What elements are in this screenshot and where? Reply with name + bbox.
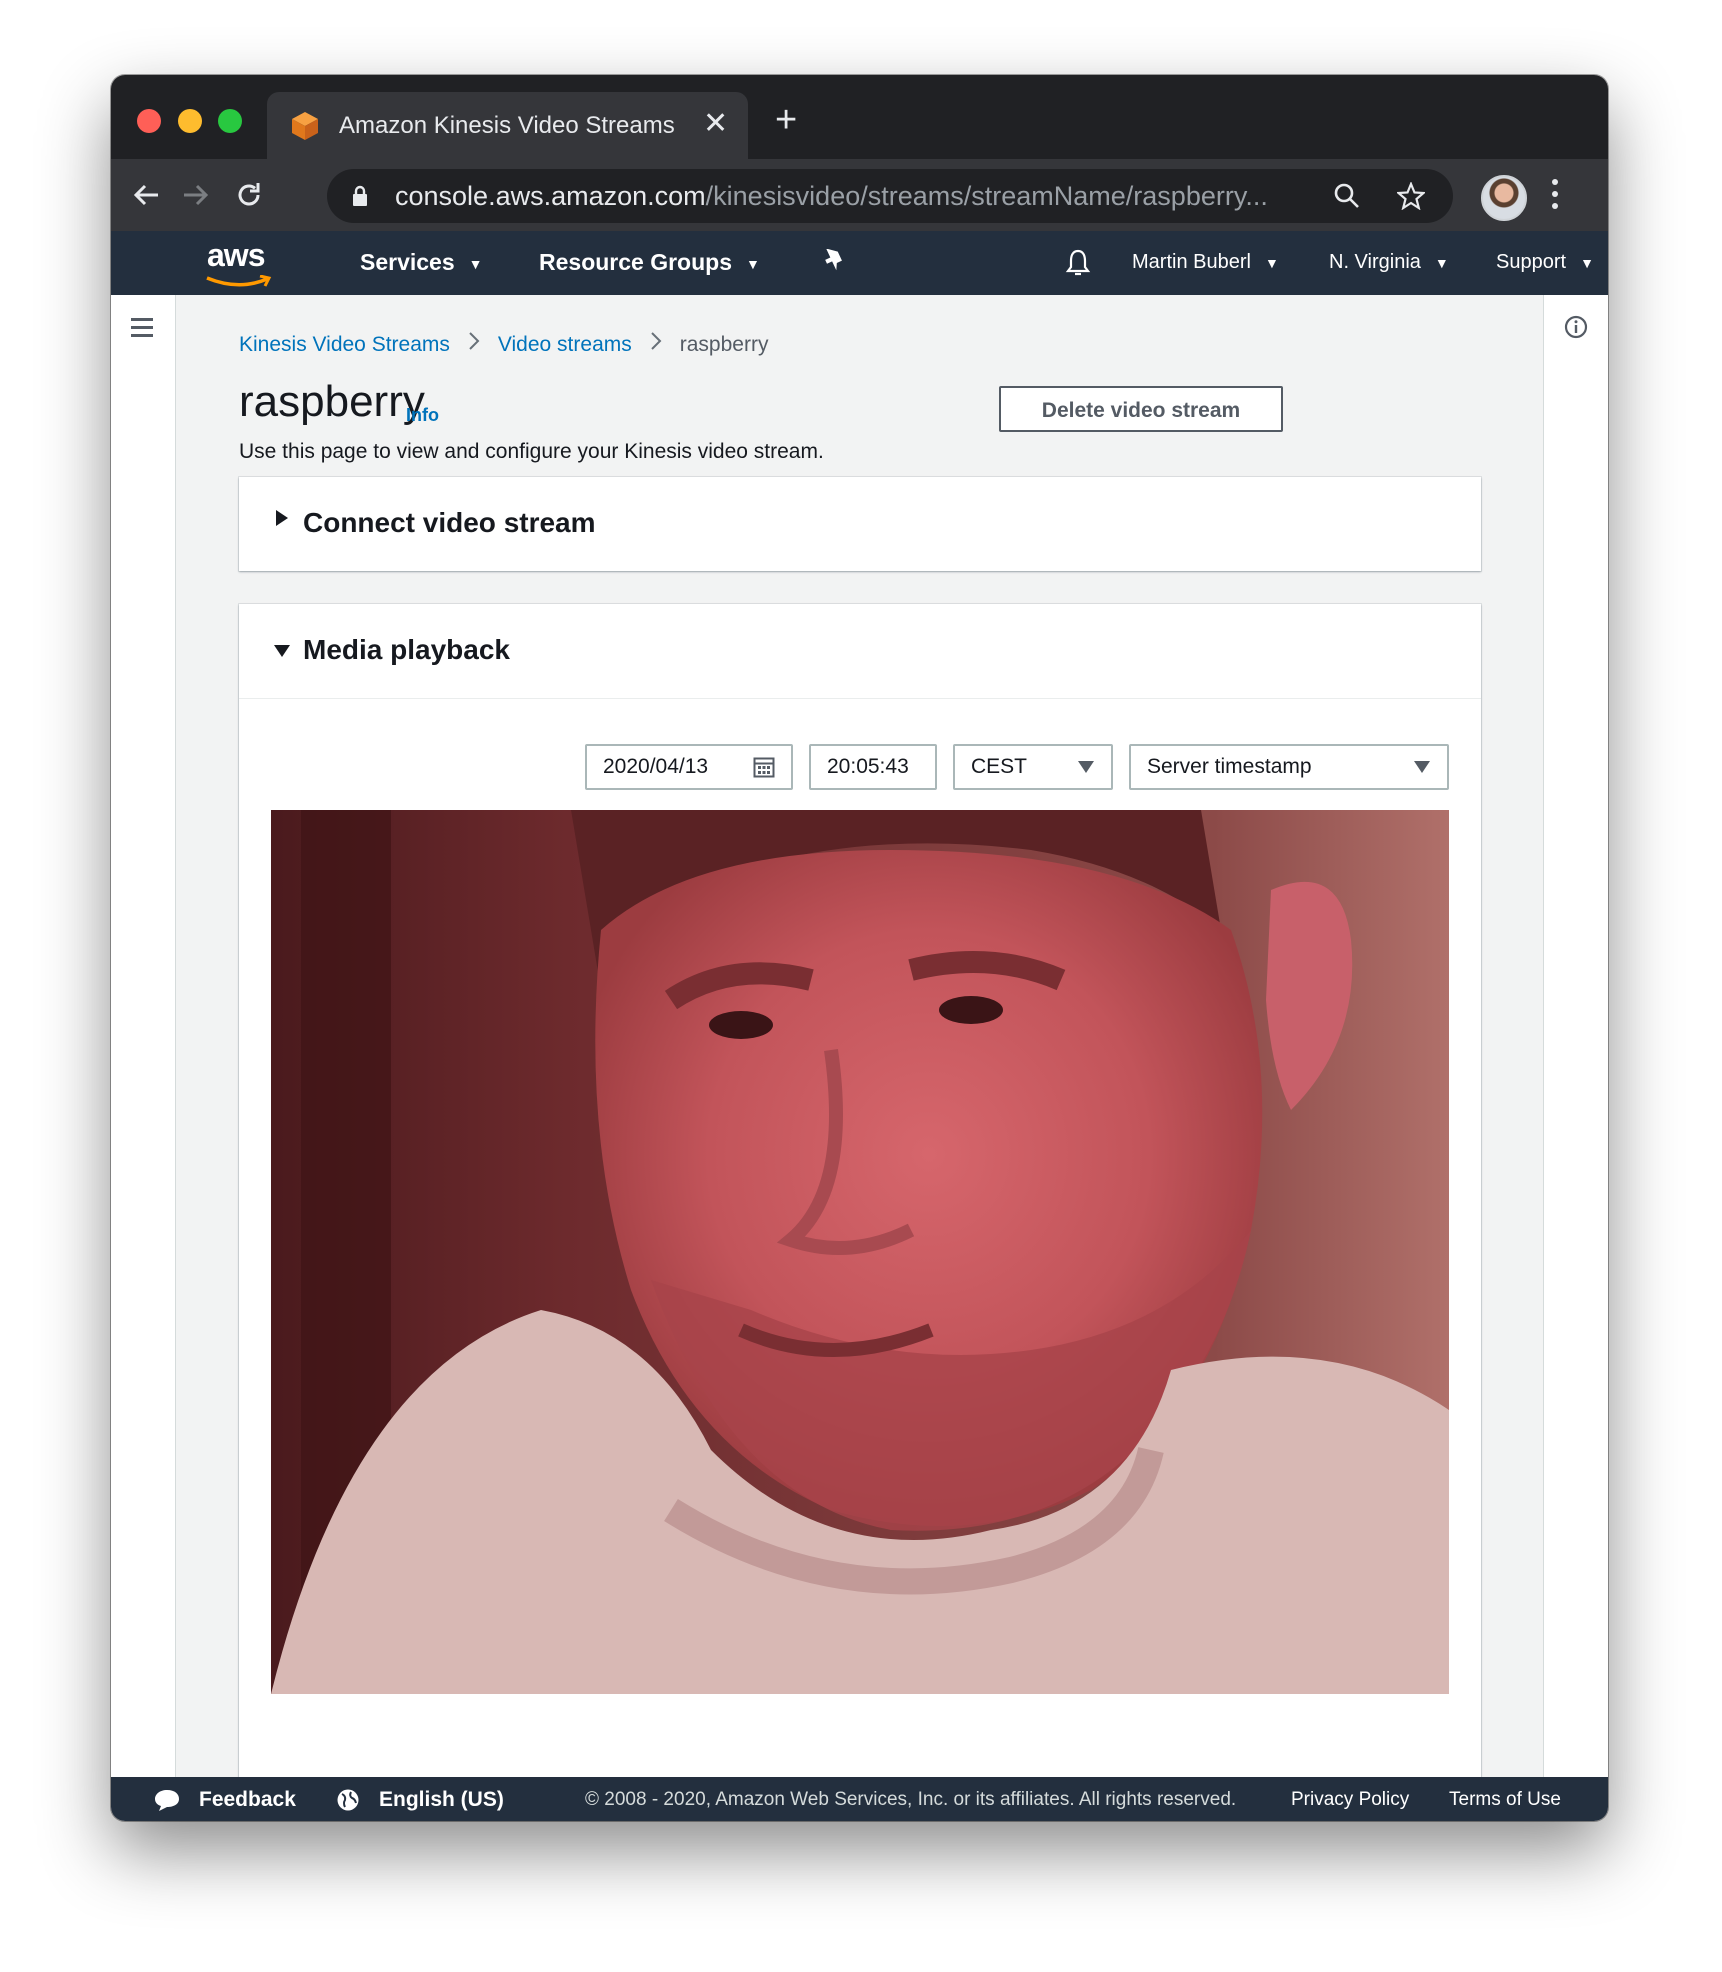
chevron-right-icon (469, 332, 480, 350)
playback-panel-title: Media playback (303, 634, 510, 665)
time-input[interactable]: 20:05:43 (809, 744, 937, 790)
account-menu[interactable]: Martin Buberl ▼ (1132, 251, 1279, 274)
browser-toolbar: console.aws.amazon.com/kinesisvideo/stre… (111, 159, 1608, 231)
media-playback-panel: Media playback 2020/04/13 20:05:43 CEST … (239, 604, 1481, 1777)
console-footer: Feedback English (US) © 2008 - 2020, Ama… (111, 1777, 1608, 1821)
dropdown-arrow-icon (1078, 761, 1094, 773)
timezone-select[interactable]: CEST (953, 744, 1113, 790)
dropdown-arrow-icon (1414, 761, 1430, 773)
close-window-button[interactable] (137, 109, 161, 133)
caret-down-icon (274, 645, 290, 657)
menu-hamburger-icon[interactable] (131, 318, 153, 342)
minimize-window-button[interactable] (178, 109, 202, 133)
info-link[interactable]: Info (406, 405, 439, 426)
url-host: console.aws.amazon.com (395, 181, 706, 211)
account-name: Martin Buberl (1132, 251, 1251, 273)
breadcrumb-link-kinesis[interactable]: Kinesis Video Streams (239, 333, 450, 356)
timezone-value: CEST (971, 755, 1028, 778)
timestamp-type-value: Server timestamp (1147, 755, 1312, 778)
delete-video-stream-button[interactable]: Delete video stream (999, 386, 1283, 432)
breadcrumb: Kinesis Video Streams Video streams raspbe… (239, 331, 768, 357)
browser-menu-icon[interactable] (1552, 179, 1560, 215)
aws-cube-favicon-icon (292, 112, 318, 140)
new-tab-icon[interactable]: + (775, 101, 797, 139)
feedback-speech-bubble-icon (155, 1790, 179, 1811)
privacy-policy-link[interactable]: Privacy Policy (1291, 1789, 1409, 1811)
chevron-right-icon (651, 332, 662, 350)
chevron-down-icon: ▼ (1264, 254, 1279, 271)
feedback-link[interactable]: Feedback (199, 1788, 296, 1812)
aws-logo-text: aws (207, 237, 265, 273)
chevron-down-icon: ▼ (1434, 254, 1449, 271)
globe-icon (337, 1789, 359, 1811)
copyright-text: © 2008 - 2020, Amazon Web Services, Inc.… (585, 1789, 1237, 1810)
chevron-down-icon: ▼ (746, 255, 760, 272)
tab-strip: Amazon Kinesis Video Streams ✕ + (111, 75, 1608, 159)
video-frame-person-image (271, 810, 1449, 1694)
region-name: N. Virginia (1329, 251, 1421, 273)
bookmark-star-icon[interactable] (1397, 182, 1425, 210)
forward-arrow-icon[interactable] (177, 177, 213, 213)
main-content: Kinesis Video Streams Video streams raspbe… (175, 295, 1544, 1777)
page-title: raspberry (239, 377, 425, 426)
browser-window: Amazon Kinesis Video Streams ✕ + console… (111, 75, 1608, 1821)
chevron-down-icon: ▼ (468, 255, 483, 272)
connect-panel-title: Connect video stream (303, 507, 596, 538)
zoom-magnifier-icon[interactable] (1333, 182, 1361, 210)
profile-avatar[interactable] (1481, 175, 1527, 221)
date-value: 2020/04/13 (603, 755, 709, 778)
language-selector[interactable]: English (US) (379, 1788, 504, 1812)
timestamp-type-select[interactable]: Server timestamp (1129, 744, 1449, 790)
aws-logo[interactable]: aws (206, 237, 272, 287)
reload-icon[interactable] (231, 177, 267, 213)
connect-panel-header[interactable]: Connect video stream (239, 477, 1481, 571)
back-arrow-icon[interactable] (129, 177, 165, 213)
pin-icon[interactable] (821, 249, 847, 277)
info-circle-icon[interactable] (1564, 315, 1588, 339)
aws-smile-icon (206, 275, 272, 287)
breadcrumb-link-video-streams[interactable]: Video streams (498, 333, 632, 356)
date-picker[interactable]: 2020/04/13 (585, 744, 793, 790)
video-player[interactable] (271, 810, 1449, 1694)
zoom-window-button[interactable] (218, 109, 242, 133)
aws-console-header: aws Services ▼ Resource Groups ▼ Martin Bu… (111, 231, 1608, 295)
caret-right-icon (276, 510, 288, 526)
support-label: Support (1496, 251, 1567, 273)
services-label: Services (360, 249, 455, 275)
url-text: console.aws.amazon.com/kinesisvideo/stre… (395, 181, 1268, 212)
calendar-icon[interactable] (753, 756, 775, 778)
url-path: /kinesisvideo/streams/streamName/raspber… (705, 181, 1268, 211)
breadcrumb-current: raspberry (679, 333, 769, 356)
resource-groups-menu[interactable]: Resource Groups ▼ (539, 249, 760, 276)
tab-title: Amazon Kinesis Video Streams (339, 112, 675, 139)
time-value: 20:05:43 (827, 755, 909, 778)
address-bar[interactable]: console.aws.amazon.com/kinesisvideo/stre… (327, 169, 1453, 223)
lock-icon (353, 185, 367, 206)
right-help-rail (1543, 295, 1608, 1777)
services-menu[interactable]: Services ▼ (360, 249, 483, 276)
browser-tab[interactable]: Amazon Kinesis Video Streams ✕ (267, 92, 748, 159)
playback-panel-header[interactable]: Media playback (239, 604, 1481, 699)
left-nav-rail (111, 295, 176, 1777)
connect-video-stream-panel: Connect video stream (239, 477, 1481, 571)
page-description: Use this page to view and configure your… (239, 440, 824, 463)
resource-groups-label: Resource Groups (539, 249, 732, 275)
close-tab-icon[interactable]: ✕ (703, 108, 728, 140)
region-menu[interactable]: N. Virginia ▼ (1329, 251, 1449, 274)
chevron-down-icon: ▼ (1580, 254, 1594, 271)
terms-of-use-link[interactable]: Terms of Use (1449, 1789, 1561, 1811)
support-menu[interactable]: Support ▼ (1496, 251, 1594, 274)
notifications-bell-icon[interactable] (1065, 248, 1091, 278)
